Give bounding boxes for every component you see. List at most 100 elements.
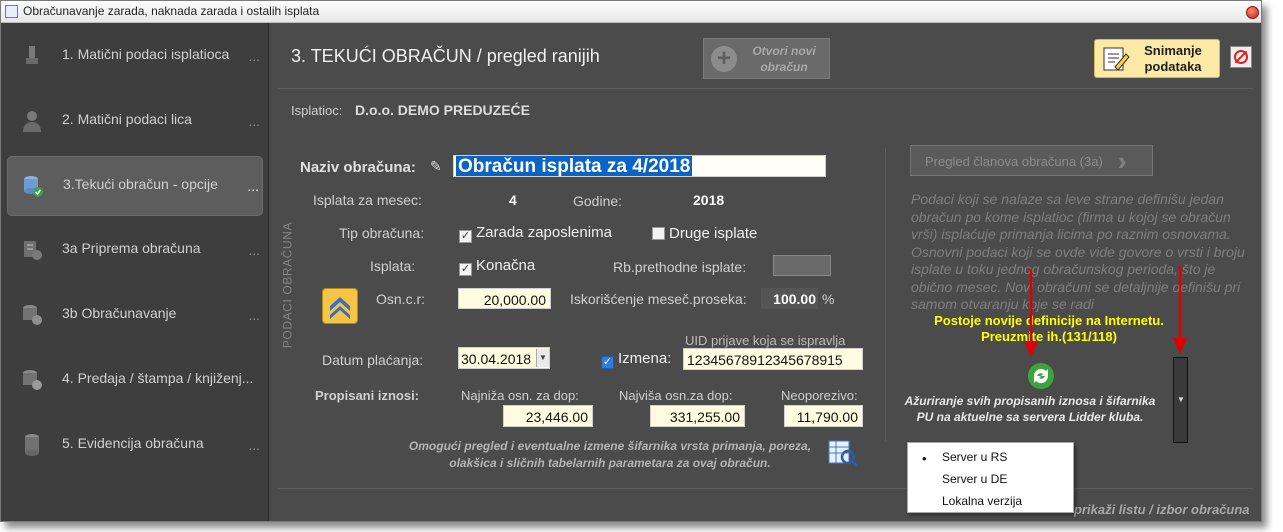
datum-label: Datum plaćanja: <box>322 352 424 368</box>
sidebar-item-dots: ... <box>248 307 260 323</box>
uid-input[interactable]: 12345678912345678915 <box>683 348 863 370</box>
osn-input[interactable]: 20,000.00 <box>458 288 551 309</box>
sifarnik-search-button[interactable] <box>827 437 859 469</box>
menu-item-server-rs[interactable]: Server u RS <box>942 450 1007 464</box>
godine-label: Godine: <box>573 193 623 209</box>
new-obracun-label: Otvori novi obračun <box>752 44 816 74</box>
stamp-icon <box>26 46 38 64</box>
neop-label: Neoporezivo: <box>781 388 858 403</box>
rb-label: Rb.prethodne isplate: <box>613 259 747 275</box>
min-input[interactable]: 23,446.00 <box>503 405 593 427</box>
izmena-label: Izmena: <box>618 350 672 367</box>
sidebar-item-dots: ... <box>248 113 260 129</box>
isplatioc-label: Isplatioc: <box>291 103 343 118</box>
sidebar-item-tekuci-obracun[interactable]: 3.Tekući obračun - opcije ... <box>7 156 263 216</box>
annotation-arrow <box>1024 269 1038 357</box>
bottom-separator <box>278 488 1253 489</box>
iskor-value[interactable]: 100.00 <box>761 288 818 309</box>
cancel-icon[interactable] <box>1230 46 1252 68</box>
side-label: PODACI OBRAČUNA <box>280 221 295 349</box>
window-title: Obračunavanje zarada, naknada zarada i o… <box>23 4 320 18</box>
isplata-label: Isplata: <box>370 258 416 274</box>
save-label: Snimanje podataka <box>1144 43 1202 74</box>
menu-item-server-de[interactable]: Server u DE <box>942 472 1007 486</box>
chevron-down-icon[interactable]: ▼ <box>536 349 549 367</box>
sidebar-item-priprema[interactable]: 3a Priprema obračuna ... <box>7 221 263 281</box>
menu-item-lokalna[interactable]: Lokalna verzija <box>942 494 1022 508</box>
konacna-label: Konačna <box>476 257 536 274</box>
update-text[interactable]: Ažuriranje svih propisanih iznosa i šifa… <box>904 393 1156 425</box>
server-dropdown-button[interactable]: ▼ <box>1173 357 1188 443</box>
table-search-icon <box>828 440 859 468</box>
iskor-label: Iskorišćenje meseč.proseka: <box>570 291 747 307</box>
database-info-icon <box>23 370 42 390</box>
double-chevron-up-icon <box>330 297 350 319</box>
person-icon <box>23 111 41 132</box>
rb-input[interactable] <box>773 255 831 276</box>
refresh-icon[interactable] <box>1026 361 1056 391</box>
sidebar-item-dots: ... <box>248 437 260 453</box>
sidebar-item-maticni-isplatioca[interactable]: 1. Matični podaci isplatioca ... <box>7 27 263 87</box>
sidebar-item-evidencija[interactable]: 5. Evidencija obračuna ... <box>7 416 263 476</box>
pregled-clanova-button[interactable]: Pregled članova obračuna (3a) ›› <box>910 145 1153 176</box>
sidebar-item-dots: ... <box>247 178 259 194</box>
druge-checkbox[interactable]: Druge isplate <box>652 225 757 242</box>
internet-notice: Postoje novije definicije na Internetu. … <box>934 313 1164 344</box>
min-label: Najniža osn. za dop: <box>461 388 579 403</box>
checkbox-checked-icon: ✓ <box>459 230 472 243</box>
sidebar-item-dots: ... <box>248 242 260 258</box>
database-icon <box>25 434 39 456</box>
checkbox-checked-icon: ✓ <box>601 356 614 369</box>
sidebar: 1. Matični podaci isplatioca ... 2. Mati… <box>1 23 269 521</box>
zarada-checkbox[interactable]: ✓ Zarada zaposlenima <box>459 224 612 243</box>
naziv-value: Obračun isplata za 4/2018 <box>456 156 693 177</box>
datum-value: 30.04.2018 <box>461 351 532 367</box>
checkbox-checked-icon: ✓ <box>459 263 472 276</box>
sidebar-item-label: 4. Predaja / štampa / knjiženj... <box>62 370 254 386</box>
title-bar: Obračunavanje zarada, naknada zarada i o… <box>1 1 1261 23</box>
sidebar-item-label: 1. Matični podaci isplatioca <box>62 46 230 62</box>
naziv-label: Naziv obračuna: <box>300 159 416 176</box>
tip-label: Tip obračuna: <box>339 225 425 241</box>
iskor-unit: % <box>822 291 835 307</box>
expand-up-button[interactable] <box>322 288 358 324</box>
close-window-button[interactable] <box>1246 6 1259 19</box>
header-separator <box>278 88 1253 89</box>
godine-value[interactable]: 2018 <box>693 192 724 208</box>
sidebar-item-label: 2. Matični podaci lica <box>62 111 192 127</box>
isplatioc-value: D.o.o. DEMO PREDUZEĆE <box>355 102 531 118</box>
naziv-input[interactable]: Obračun isplata za 4/2018 <box>453 155 826 177</box>
mesec-label: Isplata za mesec: <box>313 192 422 208</box>
neop-input[interactable]: 11,790.00 <box>784 405 863 427</box>
zarada-label: Zarada zaposlenima <box>476 224 612 241</box>
osn-label: Osn.c.r: <box>376 291 426 307</box>
sidebar-item-label: 3a Priprema obračuna <box>62 240 201 256</box>
konacna-checkbox[interactable]: ✓ Konačna <box>459 257 535 276</box>
datum-picker[interactable]: 30.04.2018 ▼ <box>458 347 550 369</box>
sidebar-item-obracunavanje[interactable]: 3b Obračunavanje ... <box>7 286 263 346</box>
izmena-checkbox[interactable]: ✓ Izmena: <box>601 350 671 369</box>
propisani-label: Propisani iznosi: <box>315 388 420 403</box>
new-obracun-button[interactable]: + Otvori novi obračun <box>703 38 830 79</box>
database-list-icon <box>24 241 42 260</box>
sidebar-item-label: 3.Tekući obračun - opcije <box>63 176 218 192</box>
sidebar-item-maticni-lica[interactable]: 2. Matični podaci lica ... <box>7 92 263 152</box>
sidebar-item-dots: ... <box>248 48 260 64</box>
vertical-divider <box>885 148 886 441</box>
page-title: 3. TEKUĆI OBRAČUN / pregled ranijih <box>291 46 600 66</box>
max-label: Najviša osn.za dop: <box>619 388 733 403</box>
app-icon <box>5 5 18 18</box>
checkbox-unchecked-icon <box>652 227 665 240</box>
footer-link[interactable]: prikaži listu / izbor obračuna <box>1074 502 1250 517</box>
save-button[interactable]: Snimanje podataka <box>1094 39 1220 78</box>
pen-icon: ✎ <box>430 158 442 174</box>
sidebar-item-predaja[interactable]: 4. Predaja / štampa / knjiženj... <box>7 351 263 411</box>
selected-dot-icon: • <box>922 451 927 466</box>
sifarnik-hint: Omogući pregled i eventualne izmene šifa… <box>408 439 812 470</box>
druge-label: Druge isplate <box>669 225 758 242</box>
edit-document-icon <box>1103 47 1130 71</box>
database-check-icon <box>24 176 43 197</box>
sidebar-item-label: 5. Evidencija obračuna <box>62 435 204 451</box>
max-input[interactable]: 331,255.00 <box>650 405 745 427</box>
mesec-value[interactable]: 4 <box>509 192 517 208</box>
